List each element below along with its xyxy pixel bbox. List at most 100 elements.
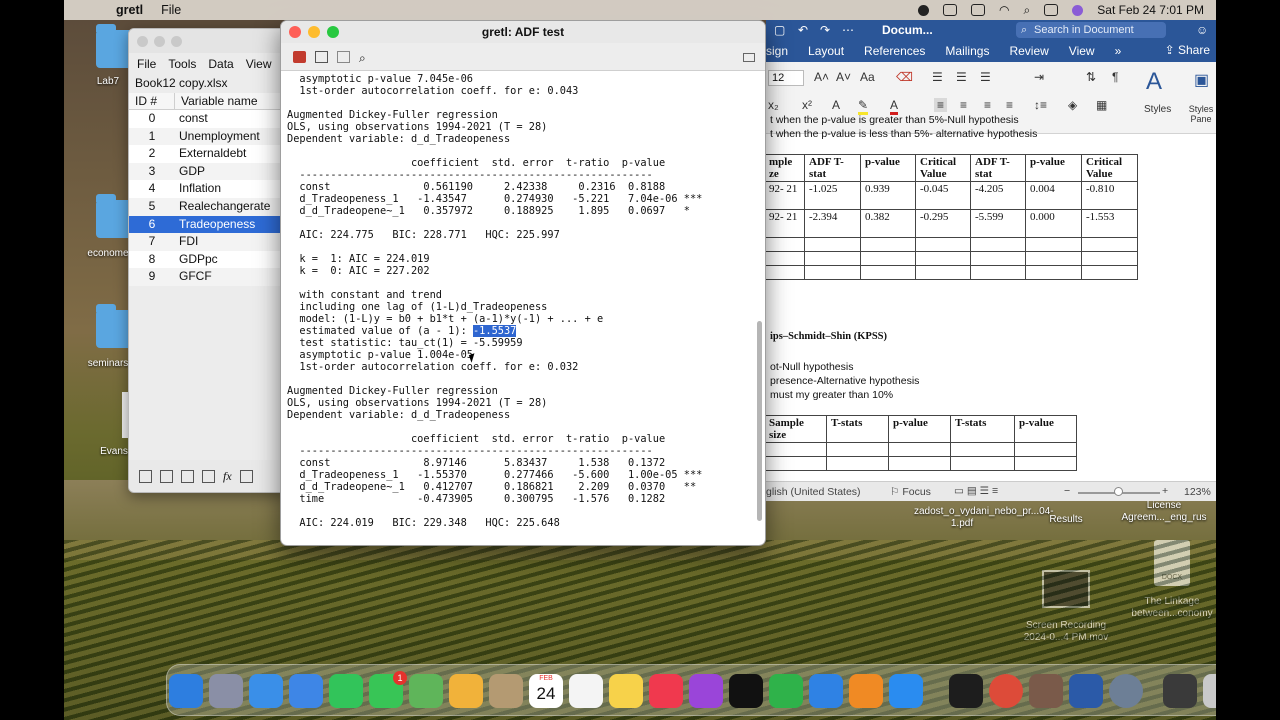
launchpad-icon[interactable]: [209, 674, 243, 708]
sort-icon[interactable]: ⇅: [1086, 70, 1096, 84]
menu-item-tools[interactable]: Tools: [168, 57, 196, 71]
zoom-icon[interactable]: [327, 26, 339, 38]
redo-icon[interactable]: ↷: [820, 23, 830, 37]
table-cell[interactable]: 92- 21: [766, 181, 805, 210]
table-cell[interactable]: [826, 442, 889, 457]
notes-icon[interactable]: [609, 674, 643, 708]
table-cell[interactable]: [826, 456, 889, 471]
table-cell[interactable]: 0.004: [1025, 181, 1082, 210]
variable-row[interactable]: 5 Realechangerate: [129, 197, 287, 216]
language-status[interactable]: glish (United States): [766, 486, 861, 498]
more-icon[interactable]: ⋯: [842, 23, 854, 37]
wifi-icon[interactable]: ◠: [999, 3, 1009, 17]
focus-button[interactable]: ⚐ Focus: [890, 486, 931, 498]
smiley-icon[interactable]: ☺: [1196, 23, 1208, 37]
desktop-item-label[interactable]: The Linkage between...conomy: [1124, 596, 1216, 620]
table-cell[interactable]: [766, 237, 805, 252]
reminders-icon[interactable]: [569, 674, 603, 708]
apple-tv-icon[interactable]: [729, 674, 763, 708]
variable-row[interactable]: 7 FDI: [129, 233, 287, 251]
session-icon[interactable]: [202, 469, 215, 483]
doc-paragraph[interactable]: ot-Null hypothesis: [770, 361, 853, 373]
table-header-cell[interactable]: Critical Value: [1081, 154, 1138, 182]
table-cell[interactable]: [766, 442, 827, 457]
app-store-icon[interactable]: [889, 674, 923, 708]
minimize-icon[interactable]: [308, 26, 320, 38]
change-case-icon[interactable]: Aa: [860, 70, 875, 84]
contacts-icon[interactable]: [489, 674, 523, 708]
kpss-results-table[interactable]: Sample size T-stats p-value T-stats p-value: [766, 415, 1077, 471]
table-cell[interactable]: [950, 442, 1015, 457]
clear-format-icon[interactable]: ⌫: [896, 70, 913, 84]
table-header-cell[interactable]: ADF T-stat: [804, 154, 861, 182]
line-spacing-icon[interactable]: ↕≡: [1034, 98, 1047, 112]
screen-icon[interactable]: [943, 4, 958, 16]
table-cell[interactable]: [970, 251, 1026, 266]
close-icon[interactable]: [137, 36, 148, 47]
finder-icon[interactable]: [169, 674, 203, 708]
adf-results-table[interactable]: mple ze ADF T-stat p-value Critical Value AD…: [766, 154, 1138, 280]
styles-pane-icon[interactable]: ▣: [1194, 70, 1209, 90]
table-header-cell[interactable]: mple ze: [766, 154, 805, 182]
table-cell[interactable]: [915, 251, 971, 266]
calculator-icon[interactable]: [139, 469, 152, 483]
grid-icon[interactable]: [239, 469, 253, 483]
variable-row[interactable]: 3 GDP: [129, 162, 287, 181]
table-cell[interactable]: -1.553: [1081, 209, 1138, 238]
variable-row[interactable]: 1 Unemployment: [129, 127, 287, 146]
table-cell[interactable]: [1081, 237, 1138, 252]
search-icon[interactable]: ⌕: [1024, 3, 1031, 18]
table-cell[interactable]: [1014, 456, 1077, 471]
table-cell[interactable]: [1014, 442, 1077, 457]
edit-script-icon[interactable]: [160, 469, 173, 483]
table-cell[interactable]: [970, 237, 1026, 252]
table-cell[interactable]: -1.025: [804, 181, 861, 210]
screen-recordings-icon[interactable]: [1163, 674, 1197, 708]
menu-item-view[interactable]: View: [246, 57, 272, 71]
find-icon[interactable]: ⌕: [359, 51, 372, 65]
chrome-icon[interactable]: [989, 674, 1023, 708]
table-cell[interactable]: -0.810: [1081, 181, 1138, 210]
align-right-icon[interactable]: ≡: [984, 98, 991, 112]
record-icon[interactable]: [918, 4, 930, 16]
table-header-cell[interactable]: p-value: [888, 415, 951, 443]
table-cell[interactable]: 0.939: [860, 181, 916, 210]
search-document-input[interactable]: Search in Document: [1016, 22, 1166, 38]
console-icon[interactable]: [181, 469, 194, 483]
doc-paragraph[interactable]: presence-Alternative hypothesis: [770, 375, 919, 387]
styles-label[interactable]: Styles: [1144, 104, 1171, 115]
tabs-overflow-icon[interactable]: »: [1115, 44, 1122, 58]
print-icon[interactable]: [315, 51, 328, 63]
podcasts-icon[interactable]: [689, 674, 723, 708]
share-button[interactable]: ⇪ Share: [1165, 43, 1210, 57]
kpss-heading[interactable]: ips–Schmidt–Shin (KPSS): [770, 331, 887, 342]
doc-paragraph[interactable]: t when the p-value is less than 5%- alte…: [770, 128, 1037, 140]
borders-icon[interactable]: ▦: [1096, 98, 1107, 112]
close-icon[interactable]: [289, 26, 301, 38]
menu-item-data[interactable]: Data: [208, 57, 233, 71]
table-cell[interactable]: 0.000: [1025, 209, 1082, 238]
table-cell[interactable]: [766, 251, 805, 266]
variable-row[interactable]: 8 GDPpc: [129, 251, 287, 269]
tab-view[interactable]: View: [1069, 44, 1095, 58]
table-cell[interactable]: [804, 265, 861, 280]
variable-row[interactable]: 6 Tradeopeness: [129, 215, 287, 234]
table-header-cell[interactable]: T-stats: [950, 415, 1015, 443]
doc-paragraph[interactable]: must my greater than 10%: [770, 389, 893, 401]
mail-icon[interactable]: [289, 674, 323, 708]
column-header-id[interactable]: ID #: [129, 93, 175, 109]
table-cell[interactable]: [766, 456, 827, 471]
table-cell[interactable]: [860, 237, 916, 252]
font-size-select[interactable]: 12: [768, 70, 804, 86]
table-cell[interactable]: [804, 237, 861, 252]
pages-icon[interactable]: [849, 674, 883, 708]
vertical-scrollbar[interactable]: [757, 321, 762, 521]
file-menu[interactable]: File: [161, 3, 181, 17]
trash-icon[interactable]: [1203, 674, 1216, 708]
quicktime-icon[interactable]: [1109, 674, 1143, 708]
tab-design[interactable]: sign: [766, 44, 788, 58]
table-cell[interactable]: [766, 265, 805, 280]
column-header-name[interactable]: Variable name: [175, 93, 258, 109]
desktop-item-label[interactable]: Screen Recording 2024-0...4 PM.mov: [1014, 620, 1118, 644]
styles-icon[interactable]: A: [1146, 68, 1162, 96]
